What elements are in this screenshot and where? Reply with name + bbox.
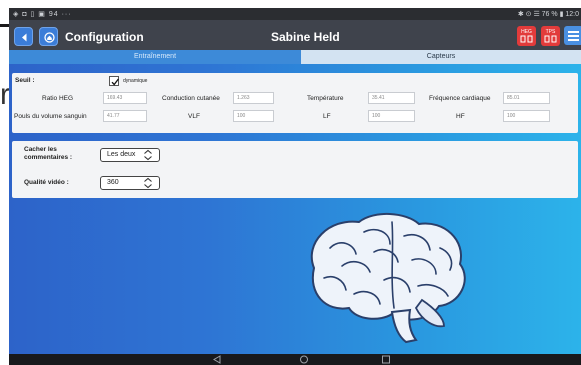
ratio-heg-label: Ratio HEG bbox=[42, 95, 74, 102]
nav-home-icon[interactable] bbox=[299, 355, 309, 364]
menu-bar-icon bbox=[568, 39, 579, 41]
hide-comments-select[interactable]: Les deux bbox=[100, 148, 160, 162]
dynamic-checkbox[interactable] bbox=[109, 76, 119, 86]
tab-sensors[interactable]: Capteurs bbox=[301, 50, 581, 64]
hide-comments-value: Les deux bbox=[107, 151, 136, 158]
hide-comments-label-line1: Cacher les bbox=[24, 146, 57, 153]
heart-rate-label: Fréquence cardiaque bbox=[429, 95, 491, 102]
display-options-panel: Cacher les commentaires : Les deux Quali… bbox=[12, 141, 578, 198]
dynamic-label: dynamique bbox=[123, 78, 148, 84]
select-arrows-icon bbox=[144, 149, 152, 161]
vlf-field[interactable]: 100 bbox=[233, 110, 274, 122]
tab-training[interactable]: Entraînement bbox=[9, 50, 301, 64]
blood-volume-pulse-label: Pouls du volume sanguin bbox=[14, 113, 87, 120]
hide-comments-label-line2: commentaires : bbox=[24, 154, 73, 161]
back-arrow-icon bbox=[22, 33, 27, 42]
hf-label: HF bbox=[456, 113, 465, 120]
device-icon bbox=[544, 35, 557, 43]
status-bar-left: ◈ ◘ ▯ ▣ 94 ··· bbox=[13, 11, 72, 18]
photo-frame: r ◈ ◘ ▯ ▣ 94 ··· ✱ ⊙ ☰ 76 % ▮ 12:0 Confi… bbox=[0, 0, 581, 365]
brain-illustration bbox=[310, 212, 466, 344]
home-button[interactable] bbox=[39, 27, 58, 46]
video-quality-label: Qualité vidéo : bbox=[24, 179, 69, 186]
heart-rate-field[interactable]: 85.01 bbox=[503, 92, 550, 104]
vlf-label: VLF bbox=[188, 113, 200, 120]
threshold-panel: Seuil : dynamique Ratio HEG 169.43 Condu… bbox=[12, 73, 578, 133]
blood-volume-pulse-field[interactable]: 41.77 bbox=[103, 110, 147, 122]
select-arrows-icon bbox=[144, 177, 152, 189]
skin-conductance-label: Conduction cutanée bbox=[162, 95, 220, 102]
video-quality-select[interactable]: 360 bbox=[100, 176, 160, 190]
tps-device-button[interactable]: TPS bbox=[541, 26, 560, 46]
status-bar-right: ✱ ⊙ ☰ 76 % ▮ 12:0 bbox=[517, 11, 579, 18]
device-icon bbox=[520, 35, 533, 43]
back-button[interactable] bbox=[14, 27, 33, 46]
status-bar: ◈ ◘ ▯ ▣ 94 ··· ✱ ⊙ ☰ 76 % ▮ 12:0 bbox=[9, 8, 581, 20]
lf-field[interactable]: 100 bbox=[368, 110, 415, 122]
skin-conductance-field[interactable]: 1.263 bbox=[233, 92, 274, 104]
hf-field[interactable]: 100 bbox=[503, 110, 550, 122]
menu-button[interactable] bbox=[564, 26, 581, 45]
system-nav-bar bbox=[9, 354, 581, 365]
nav-back-icon[interactable] bbox=[212, 355, 222, 364]
ratio-heg-field[interactable]: 169.43 bbox=[103, 92, 147, 104]
page-title: Configuration bbox=[65, 30, 144, 44]
checkmark-icon bbox=[111, 78, 119, 86]
menu-bar-icon bbox=[568, 31, 579, 33]
tablet-screen: ◈ ◘ ▯ ▣ 94 ··· ✱ ⊙ ☰ 76 % ▮ 12:0 Configu… bbox=[9, 8, 581, 365]
nav-recents-icon[interactable] bbox=[381, 355, 391, 364]
home-icon bbox=[44, 32, 55, 43]
threshold-label: Seuil : bbox=[15, 77, 35, 84]
temperature-field[interactable]: 35.41 bbox=[368, 92, 415, 104]
tab-bar: Entraînement Capteurs bbox=[9, 50, 581, 64]
temperature-label: Température bbox=[307, 95, 344, 102]
video-quality-value: 360 bbox=[107, 179, 119, 186]
heg-device-button[interactable]: HEG bbox=[517, 26, 536, 46]
menu-bar-icon bbox=[568, 35, 579, 37]
lf-label: LF bbox=[323, 113, 331, 120]
user-name: Sabine Held bbox=[271, 30, 340, 44]
